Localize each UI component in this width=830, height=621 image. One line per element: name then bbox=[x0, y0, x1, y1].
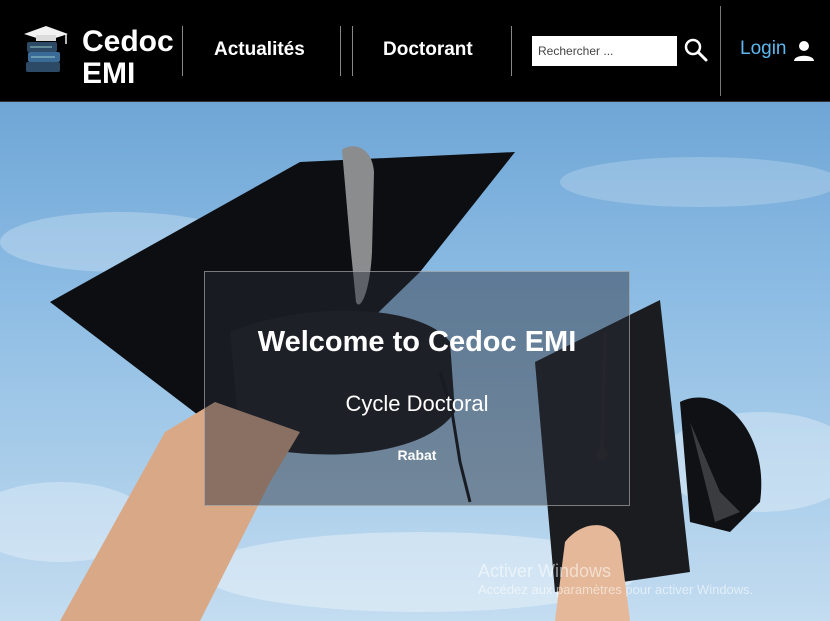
nav-actualites[interactable]: Actualités bbox=[214, 39, 305, 61]
search-icon bbox=[684, 38, 708, 62]
watermark-line-1: Activer Windows bbox=[478, 561, 612, 581]
search-input[interactable] bbox=[532, 36, 677, 66]
nav-doctorant[interactable]: Doctorant bbox=[383, 39, 473, 61]
hero-banner: Welcome to Cedoc EMI Cycle Doctoral Raba… bbox=[0, 102, 830, 621]
nav-divider bbox=[511, 26, 512, 76]
brand-line-2: EMI bbox=[82, 57, 136, 90]
welcome-card: Welcome to Cedoc EMI Cycle Doctoral Raba… bbox=[204, 271, 630, 506]
brand-line-1: Cedoc bbox=[82, 25, 174, 58]
hero-subtitle: Cycle Doctoral bbox=[345, 391, 489, 416]
user-icon[interactable] bbox=[793, 40, 815, 62]
header-divider bbox=[720, 6, 721, 96]
windows-activation-watermark: Activer Windows Accédez aux paramètres p… bbox=[478, 560, 753, 598]
hero-title: Welcome to Cedoc EMI bbox=[257, 326, 577, 358]
watermark-line-2: Accédez aux paramètres pour activer Wind… bbox=[478, 582, 754, 597]
search-button[interactable] bbox=[682, 37, 710, 65]
hero-location: Rabat bbox=[397, 447, 437, 463]
nav-divider bbox=[182, 26, 183, 76]
top-navbar: Cedoc EMI Actualités Doctorant Login bbox=[0, 0, 830, 102]
nav-divider bbox=[340, 26, 341, 76]
brand-name[interactable]: Cedoc EMI bbox=[82, 26, 174, 90]
nav-divider bbox=[352, 26, 353, 76]
login-link[interactable]: Login bbox=[740, 38, 787, 60]
logo-icon[interactable] bbox=[22, 24, 70, 78]
